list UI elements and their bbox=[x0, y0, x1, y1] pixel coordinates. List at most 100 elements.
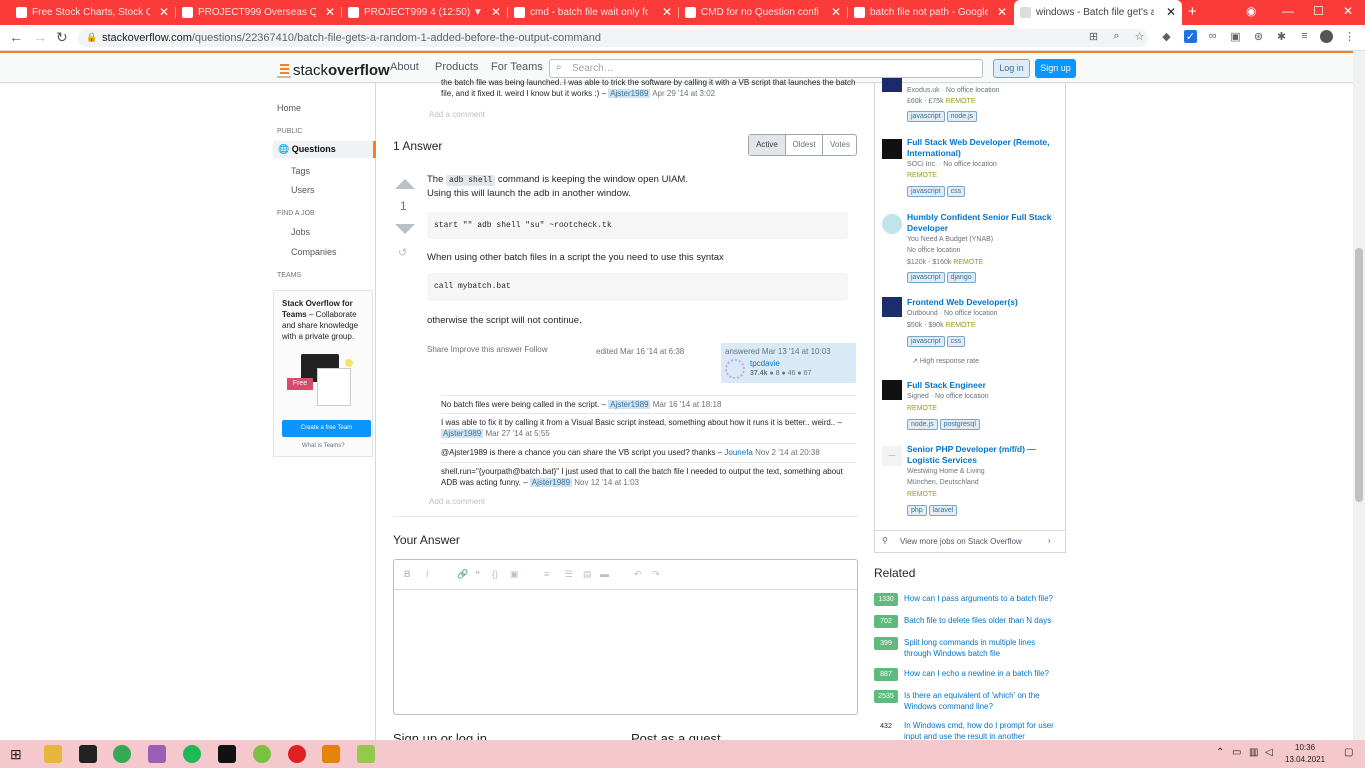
job-title[interactable]: Full Stack Web Developer (Remote, Intern… bbox=[907, 137, 1057, 159]
puzzle-icon[interactable]: ✱ bbox=[1275, 30, 1288, 43]
code-icon[interactable]: {} bbox=[492, 569, 498, 579]
extension-icon[interactable]: ◆ bbox=[1160, 30, 1173, 43]
nav-tags[interactable]: Tags bbox=[291, 166, 310, 176]
nav-jobs[interactable]: Jobs bbox=[291, 227, 310, 237]
windows-start-icon[interactable]: ⊞ bbox=[10, 746, 22, 763]
translate-icon[interactable]: ⊞ bbox=[1087, 30, 1100, 43]
tray-chevron-icon[interactable]: ⌃ bbox=[1216, 747, 1224, 758]
quote-icon[interactable]: ❝ bbox=[475, 569, 480, 580]
upvote-icon[interactable] bbox=[395, 179, 415, 189]
add-comment-link[interactable]: Add a comment bbox=[429, 497, 485, 506]
app-icon[interactable] bbox=[357, 745, 375, 763]
nav-for-teams[interactable]: For Teams bbox=[491, 61, 543, 73]
sort-active-tab[interactable]: Active bbox=[749, 135, 785, 155]
notifications-icon[interactable]: ▢ bbox=[1344, 747, 1353, 758]
tag[interactable]: javascript bbox=[907, 111, 945, 122]
what-is-teams-link[interactable]: What is Teams? bbox=[302, 443, 345, 449]
app-icon[interactable] bbox=[322, 745, 340, 763]
extension-icon[interactable]: ▣ bbox=[1229, 30, 1242, 43]
zoom-icon[interactable]: ⌕ bbox=[1110, 30, 1123, 43]
browser-tab[interactable]: batch file not path - Google Se... ✕ bbox=[848, 0, 1013, 25]
sort-oldest-tab[interactable]: Oldest bbox=[785, 135, 822, 155]
taskbar-clock[interactable]: 10:36 13.04.2021 bbox=[1285, 742, 1325, 766]
tag[interactable]: laravel bbox=[928, 505, 958, 516]
user-link[interactable]: tpcdavie bbox=[750, 359, 780, 368]
add-comment-link[interactable]: Add a comment bbox=[429, 110, 485, 119]
close-icon[interactable]: ✕ bbox=[662, 5, 672, 19]
browser-tab[interactable]: CMD for no Question configuration... ✕ bbox=[679, 0, 847, 25]
signup-button[interactable]: Sign up bbox=[1035, 59, 1076, 78]
reload-icon[interactable]: ↻ bbox=[56, 29, 68, 46]
answer-textarea[interactable] bbox=[394, 591, 857, 714]
minimize-icon[interactable]: — bbox=[1282, 4, 1294, 18]
chrome-icon[interactable] bbox=[113, 745, 131, 763]
comment-user-link[interactable]: Jounefa bbox=[724, 448, 752, 457]
page-scrollbar[interactable] bbox=[1353, 51, 1365, 740]
related-question-link[interactable]: In Windows cmd, how do I prompt for user… bbox=[904, 720, 1064, 742]
close-window-icon[interactable]: ✕ bbox=[1343, 4, 1353, 18]
tag[interactable]: css bbox=[946, 336, 966, 347]
url-bar[interactable]: 🔒 stackoverflow.com/questions/22367410/b… bbox=[78, 29, 1148, 47]
tag[interactable]: node.js bbox=[907, 419, 938, 430]
close-icon[interactable]: ✕ bbox=[997, 5, 1007, 19]
file-explorer-icon[interactable] bbox=[44, 745, 62, 763]
extension-icon[interactable]: ∞ bbox=[1206, 30, 1219, 43]
new-tab-icon[interactable]: + bbox=[1188, 3, 1197, 20]
related-question-link[interactable]: How can I echo a newline in a batch file… bbox=[904, 668, 1064, 679]
login-button[interactable]: Log in bbox=[993, 59, 1030, 78]
tag[interactable]: php bbox=[907, 505, 927, 516]
bold-icon[interactable]: B bbox=[404, 569, 411, 579]
edited-info[interactable]: edited Mar 16 '14 at 6:38 bbox=[596, 347, 684, 356]
comment-user-link[interactable]: Ajster1989 bbox=[529, 478, 573, 487]
spotify-icon[interactable] bbox=[183, 745, 201, 763]
avatar[interactable] bbox=[725, 359, 745, 379]
kebab-menu-icon[interactable]: ⋮ bbox=[1343, 30, 1356, 43]
tag[interactable]: node.js bbox=[946, 111, 978, 122]
network-icon[interactable]: ▥ bbox=[1249, 747, 1258, 758]
scrollbar-thumb[interactable] bbox=[1355, 248, 1363, 502]
app-icon[interactable] bbox=[218, 745, 236, 763]
forward-icon[interactable]: → bbox=[33, 29, 47, 45]
bullet-list-icon[interactable]: ☰ bbox=[565, 569, 573, 580]
tag[interactable]: javascript bbox=[907, 336, 945, 347]
history-icon[interactable]: ↺ bbox=[398, 246, 407, 259]
nav-users[interactable]: Users bbox=[291, 185, 315, 195]
battery-icon[interactable]: ▭ bbox=[1232, 747, 1241, 758]
redo-icon[interactable]: ↷ bbox=[652, 569, 660, 580]
comment-user-link[interactable]: Ajster1989 bbox=[608, 89, 651, 98]
image-icon[interactable]: ▣ bbox=[510, 569, 519, 580]
browser-tab[interactable]: PROJECT999 4 (12:50) ▼ Σ ∣ ... ✕ bbox=[342, 0, 507, 25]
link-icon[interactable]: 🔗 bbox=[457, 569, 468, 580]
comment-user-link[interactable]: Ajster1989 bbox=[608, 400, 651, 409]
browser-tab[interactable]: Free Stock Charts, Stock Quotes and... ✕ bbox=[10, 0, 175, 25]
tag[interactable]: postgresql bbox=[939, 419, 980, 430]
create-team-button[interactable]: Create a free Team bbox=[282, 420, 371, 437]
heading-icon[interactable]: ▤ bbox=[583, 569, 592, 580]
view-more-jobs-link[interactable]: ⚲ View more jobs on Stack Overflow › bbox=[874, 530, 1066, 552]
app-icon[interactable] bbox=[288, 745, 306, 763]
close-icon[interactable]: ✕ bbox=[1166, 5, 1176, 19]
app-icon[interactable] bbox=[148, 745, 166, 763]
tag[interactable]: javascript bbox=[907, 186, 945, 197]
job-title[interactable]: Senior PHP Developer (m/f/d) — Logistic … bbox=[907, 444, 1057, 466]
comment-user-link[interactable]: Ajster1989 bbox=[441, 429, 484, 438]
close-icon[interactable]: ✕ bbox=[159, 5, 169, 19]
job-title[interactable]: Frontend Web Developer(s) bbox=[907, 297, 1057, 308]
reading-list-icon[interactable]: ≡ bbox=[1298, 30, 1311, 43]
related-question-link[interactable]: Is there an equivalent of 'which' on the… bbox=[904, 690, 1064, 712]
avatar[interactable] bbox=[1320, 30, 1333, 43]
nav-questions[interactable]: 🌐 Questions bbox=[273, 141, 376, 158]
tag[interactable]: javascript bbox=[907, 272, 945, 283]
extension-icon[interactable]: ✓ bbox=[1184, 30, 1197, 43]
tag[interactable]: css bbox=[946, 186, 966, 197]
related-question-link[interactable]: How can I pass arguments to a batch file… bbox=[904, 593, 1064, 604]
close-icon[interactable]: ✕ bbox=[491, 5, 501, 19]
ordered-list-icon[interactable]: ≡ bbox=[544, 569, 549, 579]
close-icon[interactable]: ✕ bbox=[325, 5, 335, 19]
job-title[interactable]: Full Stack Engineer bbox=[907, 380, 1057, 391]
so-logo[interactable]: stackoverflow bbox=[277, 59, 390, 79]
nav-home[interactable]: Home bbox=[277, 103, 301, 113]
terminal-icon[interactable] bbox=[79, 745, 97, 763]
tag[interactable]: django bbox=[946, 272, 976, 283]
volume-icon[interactable]: ◁ bbox=[1265, 747, 1273, 758]
